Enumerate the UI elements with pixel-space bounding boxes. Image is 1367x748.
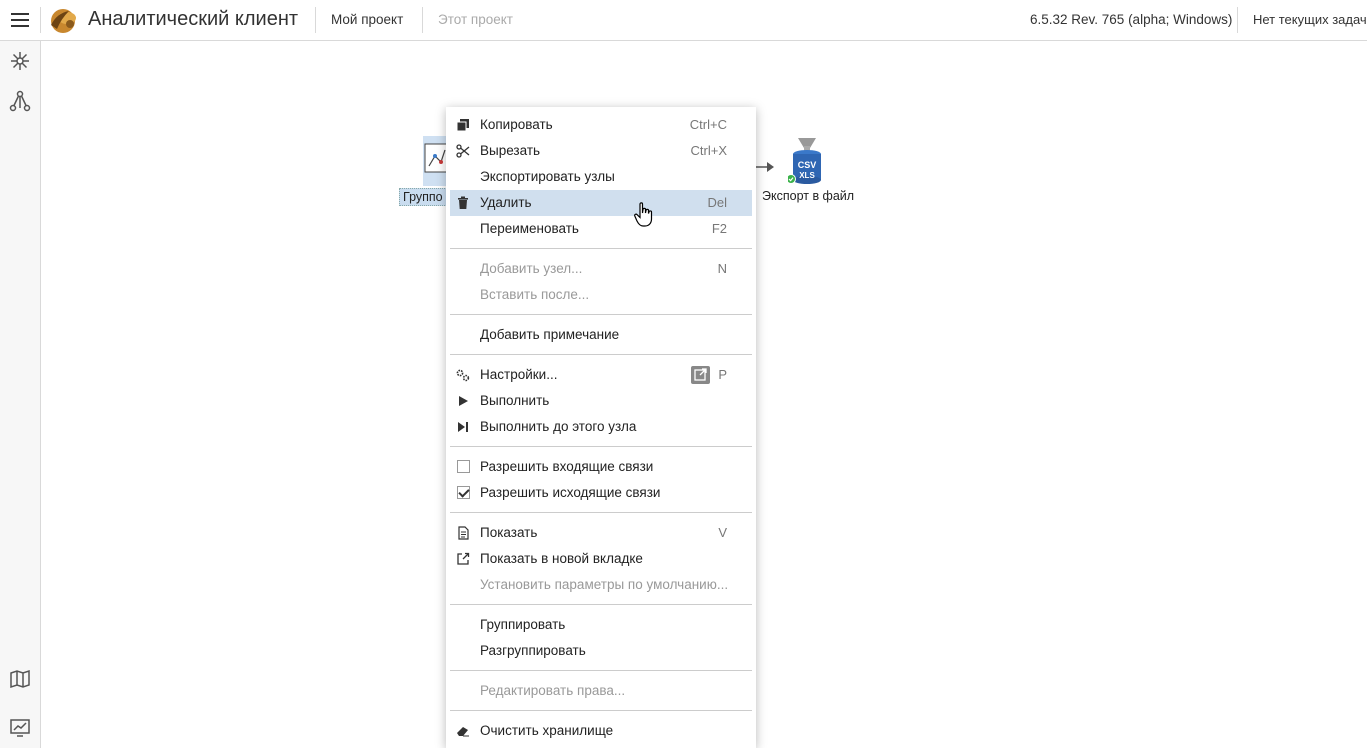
menu-item-label: Удалить (480, 195, 532, 210)
menu-separator (450, 314, 752, 315)
top-bar: Аналитический клиент Мой проект Этот про… (0, 0, 1367, 41)
open-settings-window-button[interactable] (691, 366, 710, 384)
menu-shortcut: Ctrl+C (689, 117, 727, 132)
my-project-link[interactable]: Мой проект (331, 12, 403, 27)
play-to-end-icon (458, 422, 468, 432)
svg-text:CSV: CSV (798, 160, 817, 170)
menu-separator (450, 670, 752, 671)
divider (1237, 7, 1238, 33)
menu-item-label: Вставить после... (480, 287, 590, 302)
left-rail (0, 41, 41, 748)
menu-item-show[interactable]: Показать V (450, 520, 752, 546)
menu-item-label: Выполнить (480, 393, 550, 408)
menu-item-show-new-tab[interactable]: Показать в новой вкладке (450, 546, 752, 572)
menu-item-clear-storage[interactable]: Очистить хранилище (450, 718, 752, 744)
menu-item-label: Группировать (480, 617, 566, 632)
menu-item-label: Настройки... (480, 367, 558, 382)
menu-separator (450, 248, 752, 249)
menu-item-set-defaults[interactable]: Установить параметры по умолчанию... (450, 572, 752, 598)
menu-item-insert-after[interactable]: Вставить после... (450, 282, 752, 308)
menu-item-label: Редактировать права... (480, 683, 626, 698)
svg-text:XLS: XLS (799, 171, 815, 180)
dashboard-icon[interactable] (9, 717, 31, 739)
menu-item-label: Вырезать (480, 143, 541, 158)
menu-item-label: Переименовать (480, 221, 579, 236)
menu-item-add-note[interactable]: Добавить примечание (450, 322, 752, 348)
menu-item-edit-rights[interactable]: Редактировать права... (450, 678, 752, 704)
menu-item-ungroup[interactable]: Разгруппировать (450, 638, 752, 664)
menu-item-label: Выполнить до этого узла (480, 419, 637, 434)
eraser-icon (457, 727, 469, 737)
menu-item-export-nodes[interactable]: Экспортировать узлы (450, 164, 752, 190)
export-file-node-icon[interactable]: CSV XLS (788, 138, 826, 186)
menu-hamburger-icon[interactable] (9, 10, 31, 30)
menu-item-run[interactable]: Выполнить (450, 388, 752, 414)
menu-shortcut: Ctrl+X (690, 143, 727, 158)
menu-item-allow-incoming[interactable]: Разрешить входящие связи (450, 454, 752, 480)
menu-shortcut: V (718, 525, 727, 540)
menu-separator (450, 446, 752, 447)
divider (315, 7, 316, 33)
gears-icon (456, 369, 470, 382)
menu-shortcut: N (717, 261, 727, 276)
workflow-icon[interactable] (9, 90, 31, 112)
menu-item-cut[interactable]: Вырезать Ctrl+X (450, 138, 752, 164)
play-icon (459, 396, 468, 406)
menu-item-label: Копировать (480, 117, 553, 132)
menu-item-label: Разгруппировать (480, 643, 586, 658)
menu-item-delete[interactable]: Удалить Del (450, 190, 752, 216)
document-icon (458, 526, 469, 540)
external-link-icon (457, 552, 470, 565)
menu-item-label: Показать в новой вкладке (480, 551, 643, 566)
this-project-link[interactable]: Этот проект (438, 12, 513, 27)
menu-item-label: Добавить узел... (480, 261, 583, 276)
menu-shortcut: Del (707, 195, 727, 210)
allow-incoming-checkbox[interactable] (457, 460, 470, 473)
menu-item-copy[interactable]: Копировать Ctrl+C (450, 112, 752, 138)
menu-item-add-node[interactable]: Добавить узел... N (450, 256, 752, 282)
menu-separator (450, 354, 752, 355)
copy-icon (456, 119, 469, 132)
tasks-status[interactable]: Нет текущих задач (1253, 12, 1367, 27)
menu-shortcut: P (718, 367, 727, 382)
external-link-icon (694, 368, 707, 381)
scissors-icon (456, 144, 470, 158)
map-icon[interactable] (9, 668, 31, 690)
menu-item-label: Разрешить входящие связи (480, 459, 654, 474)
menu-item-allow-outgoing[interactable]: Разрешить исходящие связи (450, 480, 752, 506)
menu-item-label: Очистить хранилище (480, 723, 614, 738)
menu-item-label: Экспортировать узлы (480, 169, 615, 184)
menu-separator (450, 710, 752, 711)
export-node-label[interactable]: Экспорт в файл (762, 189, 854, 203)
menu-item-group[interactable]: Группировать (450, 612, 752, 638)
menu-item-label: Показать (480, 525, 538, 540)
menu-item-settings[interactable]: Настройки... P (450, 362, 752, 388)
app-title: Аналитический клиент (88, 8, 299, 30)
divider (422, 7, 423, 33)
menu-separator (450, 512, 752, 513)
app-logo-icon (51, 9, 76, 33)
menu-item-label: Разрешить исходящие связи (480, 485, 661, 500)
menu-item-label: Добавить примечание (480, 327, 620, 342)
menu-item-rename[interactable]: Переименовать F2 (450, 216, 752, 242)
menu-separator (450, 604, 752, 605)
nodes-icon[interactable] (9, 50, 31, 72)
link-arrow (755, 162, 774, 172)
version-label: 6.5.32 Rev. 765 (alpha; Windows) (1030, 12, 1233, 27)
context-menu: Копировать Ctrl+C Вырезать Ctrl+X Экспор… (446, 107, 756, 748)
divider (40, 7, 41, 33)
menu-shortcut: F2 (711, 221, 727, 236)
menu-item-label: Установить параметры по умолчанию... (480, 577, 729, 592)
allow-outgoing-checkbox[interactable] (457, 486, 470, 499)
trash-icon (458, 196, 468, 209)
menu-item-run-to-node[interactable]: Выполнить до этого узла (450, 414, 752, 440)
